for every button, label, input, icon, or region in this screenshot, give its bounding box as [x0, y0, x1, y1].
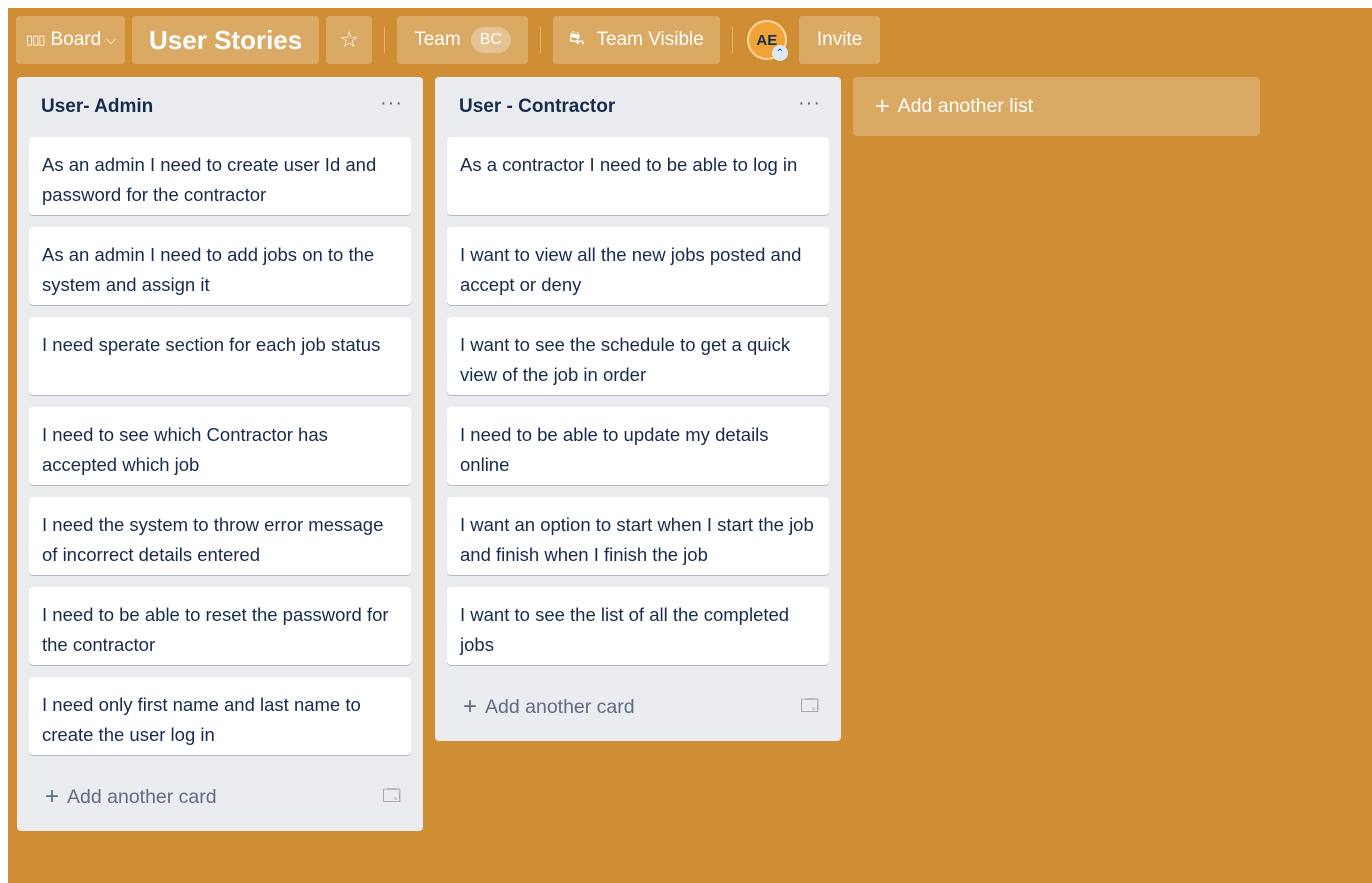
add-list-label: Add another list — [897, 95, 1034, 117]
card[interactable]: As an admin I need to add jobs on to the… — [29, 227, 411, 305]
visibility-label: Team Visible — [596, 29, 704, 50]
card[interactable]: I need to be able to update my details o… — [447, 407, 829, 485]
card-template-icon[interactable]: 🗔 — [383, 783, 401, 812]
board-header: ▯▯▯ Board ⌵ User Stories ☆ Team BC ⛐ Tea… — [16, 16, 1372, 64]
list-user-contractor: User - Contractor ··· As a contractor I … — [435, 77, 841, 741]
team-badge: BC — [470, 27, 511, 53]
list-footer: + Add another card 🗔 — [17, 763, 423, 831]
header-divider — [731, 27, 733, 53]
list-title[interactable]: User- Admin — [41, 96, 153, 118]
invite-button[interactable]: Invite — [798, 16, 881, 64]
team-visibility-icon: ⛐ — [568, 28, 585, 48]
chevron-down-icon: ⌵ — [106, 32, 117, 47]
plus-icon: + — [45, 783, 60, 810]
card[interactable]: I want to view all the new jobs posted a… — [447, 227, 829, 305]
add-card-label: Add another card — [67, 785, 217, 808]
card-template-icon[interactable]: 🗔 — [801, 693, 819, 722]
admin-chevron-icon: ⌃ — [771, 45, 788, 61]
board-title[interactable]: User Stories — [132, 16, 320, 64]
card[interactable]: I want to see the schedule to get a quic… — [447, 317, 829, 395]
list-user-admin: User- Admin ··· As an admin I need to cr… — [17, 77, 423, 831]
add-card-button[interactable]: + Add another card — [45, 783, 217, 811]
header-divider — [384, 27, 386, 53]
card-list: As a contractor I need to be able to log… — [435, 137, 841, 665]
plus-icon: + — [875, 92, 890, 120]
header-divider — [539, 27, 541, 53]
board-view-label: Board — [50, 29, 102, 50]
card-list: As an admin I need to create user Id and… — [17, 137, 423, 755]
add-card-button[interactable]: + Add another card — [463, 693, 635, 721]
add-list-button[interactable]: + Add another list — [853, 77, 1260, 136]
avatar[interactable]: AE ⌃ — [746, 20, 788, 61]
board-canvas: ▯▯▯ Board ⌵ User Stories ☆ Team BC ⛐ Tea… — [8, 8, 1372, 883]
list-title[interactable]: User - Contractor — [459, 96, 615, 118]
card[interactable]: As a contractor I need to be able to log… — [447, 137, 829, 215]
team-label: Team — [414, 29, 461, 50]
card[interactable]: I need sperate section for each job stat… — [29, 317, 411, 395]
board-view-switcher[interactable]: ▯▯▯ Board ⌵ — [16, 16, 126, 64]
visibility-button[interactable]: ⛐ Team Visible — [552, 16, 720, 64]
list-menu-icon[interactable]: ··· — [380, 92, 403, 115]
add-card-label: Add another card — [485, 695, 635, 718]
list-footer: + Add another card 🗔 — [435, 673, 841, 741]
board-icon: ▯▯▯ — [26, 32, 45, 47]
card[interactable]: I need to be able to reset the password … — [29, 587, 411, 665]
list-menu-icon[interactable]: ··· — [798, 92, 821, 115]
card[interactable]: I need to see which Contractor has accep… — [29, 407, 411, 485]
list-header: User - Contractor ··· — [435, 77, 841, 137]
card[interactable]: I want an option to start when I start t… — [447, 497, 829, 575]
list-header: User- Admin ··· — [17, 77, 423, 137]
card[interactable]: I need the system to throw error message… — [29, 497, 411, 575]
card[interactable]: I need only first name and last name to … — [29, 677, 411, 755]
plus-icon: + — [463, 693, 478, 720]
star-icon[interactable]: ☆ — [326, 16, 373, 64]
card[interactable]: I want to see the list of all the comple… — [447, 587, 829, 665]
team-button[interactable]: Team BC — [397, 16, 528, 64]
card[interactable]: As an admin I need to create user Id and… — [29, 137, 411, 215]
